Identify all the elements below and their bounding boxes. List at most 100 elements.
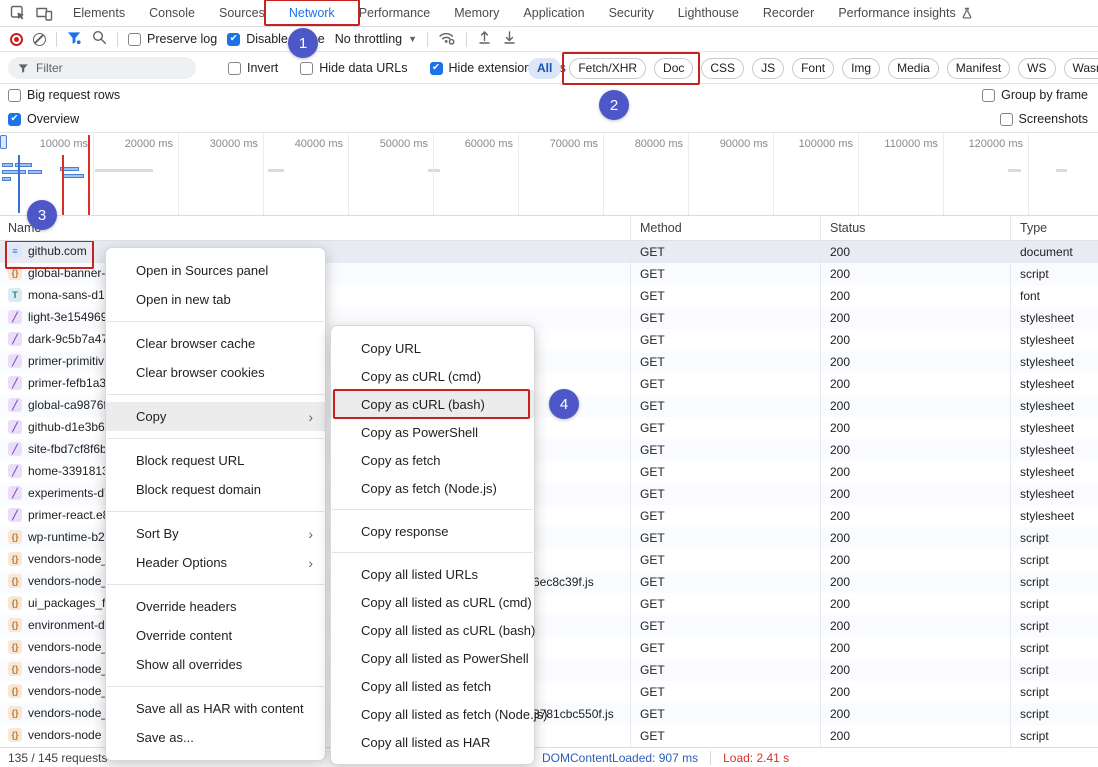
filter-input[interactable]: Filter xyxy=(8,57,196,79)
menu-item-copy-as-fetch[interactable]: Copy as fetch xyxy=(331,446,534,474)
menu-item-sort-by[interactable]: Sort By› xyxy=(106,519,325,548)
menu-item-copy-as-powershell[interactable]: Copy as PowerShell xyxy=(331,418,534,446)
name-cell[interactable]: ╱primer-react.e8 xyxy=(8,508,109,522)
overview-drag-handle[interactable] xyxy=(0,135,7,149)
name-cell[interactable]: {}vendors-node_ xyxy=(8,684,108,698)
throttling-dropdown[interactable]: No throttling ▼ xyxy=(335,32,417,46)
filter-toggle-icon[interactable] xyxy=(67,31,82,48)
menu-item-save-all-as-har-with-content[interactable]: Save all as HAR with content xyxy=(106,694,325,723)
import-har-icon[interactable] xyxy=(477,30,492,48)
checkbox-checked[interactable] xyxy=(8,113,21,126)
checkbox-unchecked[interactable] xyxy=(128,33,141,46)
name-cell[interactable]: ≡github.com xyxy=(8,244,87,258)
menu-item-header-options[interactable]: Header Options› xyxy=(106,548,325,577)
name-cell[interactable]: ╱global-ca9876f xyxy=(8,398,107,412)
overview-checkbox[interactable]: Overview xyxy=(8,112,79,126)
name-cell[interactable]: {}vendors-node xyxy=(8,728,101,742)
export-har-icon[interactable] xyxy=(502,30,517,48)
column-header-status[interactable]: Status xyxy=(830,221,865,235)
menu-item-copy-all-listed-as-curl-cmd[interactable]: Copy all listed as cURL (cmd) xyxy=(331,588,534,616)
tab-application[interactable]: Application xyxy=(511,0,596,26)
name-cell[interactable]: ╱dark-9c5b7a47 xyxy=(8,332,108,346)
name-cell[interactable]: ╱light-3e154969 xyxy=(8,310,107,324)
chip-js[interactable]: JS xyxy=(752,58,784,79)
device-toolbar-icon[interactable] xyxy=(36,6,53,21)
name-cell[interactable]: {}ui_packages_fa xyxy=(8,596,112,610)
menu-item-override-content[interactable]: Override content xyxy=(106,621,325,650)
name-cell[interactable]: {}environment-d xyxy=(8,618,105,632)
tab-recorder[interactable]: Recorder xyxy=(751,0,826,26)
name-cell[interactable]: {}vendors-node_ xyxy=(8,574,108,588)
tab-memory[interactable]: Memory xyxy=(442,0,511,26)
name-cell[interactable]: ╱home-3391813 xyxy=(8,464,109,478)
checkbox-unchecked[interactable] xyxy=(300,62,313,75)
chip-img[interactable]: Img xyxy=(842,58,880,79)
menu-item-copy-all-listed-as-har[interactable]: Copy all listed as HAR xyxy=(331,728,534,756)
menu-item-copy-all-listed-as-fetch[interactable]: Copy all listed as fetch xyxy=(331,672,534,700)
menu-item-copy-all-listed-as-fetch-node-js[interactable]: Copy all listed as fetch (Node.js) xyxy=(331,700,534,728)
menu-item-override-headers[interactable]: Override headers xyxy=(106,592,325,621)
menu-item-copy-as-curl-bash[interactable]: Copy as cURL (bash)4 xyxy=(331,390,534,418)
column-header-type[interactable]: Type xyxy=(1020,221,1047,235)
chip-wasm[interactable]: Wasm xyxy=(1064,58,1098,79)
invert-checkbox[interactable]: Invert xyxy=(228,61,278,75)
menu-item-save-as[interactable]: Save as... xyxy=(106,723,325,752)
name-cell[interactable]: ╱primer-fefb1a3 xyxy=(8,376,106,390)
menu-item-copy-as-curl-cmd[interactable]: Copy as cURL (cmd) xyxy=(331,362,534,390)
tab-sources[interactable]: Sources xyxy=(207,0,277,26)
menu-item-copy-all-listed-as-powershell[interactable]: Copy all listed as PowerShell xyxy=(331,644,534,672)
checkbox-checked[interactable] xyxy=(430,62,443,75)
menu-item-copy-all-listed-urls[interactable]: Copy all listed URLs xyxy=(331,560,534,588)
hide-data-urls-checkbox[interactable]: Hide data URLs xyxy=(300,61,407,75)
menu-item-clear-browser-cache[interactable]: Clear browser cache xyxy=(106,329,325,358)
inspect-element-icon[interactable] xyxy=(10,5,26,21)
tab-network[interactable]: Network xyxy=(277,0,347,26)
name-cell[interactable]: Tmona-sans-d1b xyxy=(8,288,111,302)
menu-item-copy-all-listed-as-curl-bash[interactable]: Copy all listed as cURL (bash) xyxy=(331,616,534,644)
chip-manifest[interactable]: Manifest xyxy=(947,58,1010,79)
chip-css[interactable]: CSS xyxy=(701,58,744,79)
name-cell[interactable]: {}vendors-node_ xyxy=(8,640,108,654)
name-cell[interactable]: ╱github-d1e3b6 xyxy=(8,420,105,434)
name-cell[interactable]: {}vendors-node_ xyxy=(8,662,108,676)
menu-item-clear-browser-cookies[interactable]: Clear browser cookies xyxy=(106,358,325,387)
chip-fetch-xhr[interactable]: Fetch/XHR xyxy=(569,58,646,79)
name-cell[interactable]: {}global-banner- xyxy=(8,266,105,280)
record-network-log-button[interactable] xyxy=(10,33,23,46)
screenshots-checkbox[interactable]: Screenshots xyxy=(1000,112,1088,126)
column-divider[interactable] xyxy=(820,216,821,747)
preserve-log-checkbox[interactable]: Preserve log xyxy=(128,32,217,46)
search-icon[interactable] xyxy=(92,30,107,48)
group-by-frame-checkbox[interactable]: Group by frame xyxy=(982,88,1088,102)
tab-elements[interactable]: Elements xyxy=(61,0,137,26)
checkbox-unchecked[interactable] xyxy=(1000,113,1013,126)
checkbox-unchecked[interactable] xyxy=(228,62,241,75)
chip-media[interactable]: Media xyxy=(888,58,939,79)
checkbox-checked[interactable] xyxy=(227,33,240,46)
menu-item-block-request-domain[interactable]: Block request domain xyxy=(106,475,325,504)
chip-ws[interactable]: WS xyxy=(1018,58,1055,79)
name-cell[interactable]: ╱site-fbd7cf8f6b xyxy=(8,442,107,456)
menu-item-copy-response[interactable]: Copy response xyxy=(331,517,534,545)
tab-console[interactable]: Console xyxy=(137,0,207,26)
tab-lighthouse[interactable]: Lighthouse xyxy=(666,0,751,26)
tab-security[interactable]: Security xyxy=(597,0,666,26)
menu-item-open-in-sources-panel[interactable]: Open in Sources panel xyxy=(106,256,325,285)
chip-font[interactable]: Font xyxy=(792,58,834,79)
checkbox-unchecked[interactable] xyxy=(8,89,21,102)
name-cell[interactable]: ╱experiments-d7 xyxy=(8,486,111,500)
menu-item-open-in-new-tab[interactable]: Open in new tab xyxy=(106,285,325,314)
menu-item-copy[interactable]: Copy› xyxy=(106,402,325,431)
menu-item-copy-url[interactable]: Copy URL xyxy=(331,334,534,362)
chip-all[interactable]: All xyxy=(528,58,561,79)
column-header-method[interactable]: Method xyxy=(640,221,682,235)
menu-item-block-request-url[interactable]: Block request URL xyxy=(106,446,325,475)
tab-performance[interactable]: Performance xyxy=(347,0,443,26)
network-overview-timeline[interactable]: 10000 ms20000 ms30000 ms40000 ms50000 ms… xyxy=(0,132,1098,216)
checkbox-unchecked[interactable] xyxy=(982,89,995,102)
menu-item-copy-as-fetch-node-js[interactable]: Copy as fetch (Node.js) xyxy=(331,474,534,502)
clear-network-log-button[interactable] xyxy=(33,33,46,46)
big-request-rows-checkbox[interactable]: Big request rows xyxy=(8,88,120,102)
tab-performance-insights[interactable]: Performance insights xyxy=(826,0,984,26)
column-divider[interactable] xyxy=(1010,216,1011,747)
